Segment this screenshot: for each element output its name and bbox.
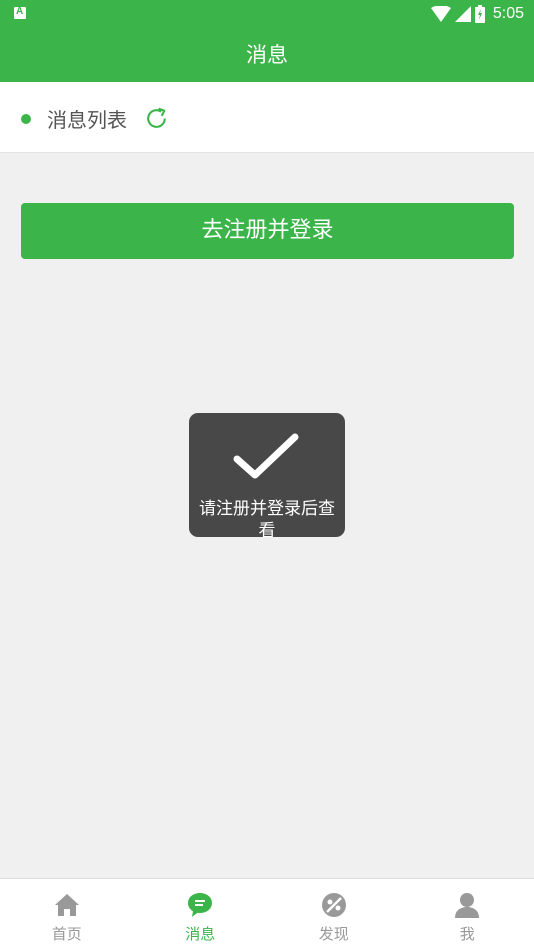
discover-icon	[321, 893, 346, 917]
nav-me-label: 我	[459, 925, 475, 943]
toast: 请注册并登录后查看	[189, 413, 345, 537]
refresh-icon[interactable]	[144, 106, 169, 131]
nav-me[interactable]: 我	[401, 879, 534, 950]
toast-message: 请注册并登录后查看	[199, 499, 335, 537]
message-list-header: 消息列表	[0, 82, 534, 153]
checkmark-icon	[233, 433, 299, 479]
wifi-icon	[430, 6, 451, 22]
nav-discover[interactable]: 发现	[267, 879, 401, 950]
message-icon	[188, 893, 213, 917]
signal-icon	[454, 6, 471, 22]
nav-message[interactable]: 消息	[134, 879, 268, 950]
status-indicators: 5:05	[430, 4, 524, 24]
bottom-navigation: 首页 消息 发现 我	[0, 878, 534, 950]
battery-icon	[474, 5, 485, 23]
nav-discover-label: 发现	[318, 925, 349, 943]
message-list-label: 消息列表	[47, 108, 127, 132]
notification-icon	[14, 6, 26, 19]
status-time: 5:05	[492, 5, 524, 22]
app-bar: 消息	[0, 28, 534, 82]
status-bar: 5:05	[0, 0, 534, 28]
home-icon	[54, 894, 79, 916]
nav-home[interactable]: 首页	[0, 879, 134, 950]
register-login-button[interactable]: 去注册并登录	[21, 203, 514, 259]
person-icon	[455, 893, 480, 918]
status-dot-icon	[21, 114, 31, 124]
page-title: 消息	[246, 43, 288, 67]
nav-home-label: 首页	[51, 925, 82, 943]
nav-message-label: 消息	[185, 925, 216, 943]
